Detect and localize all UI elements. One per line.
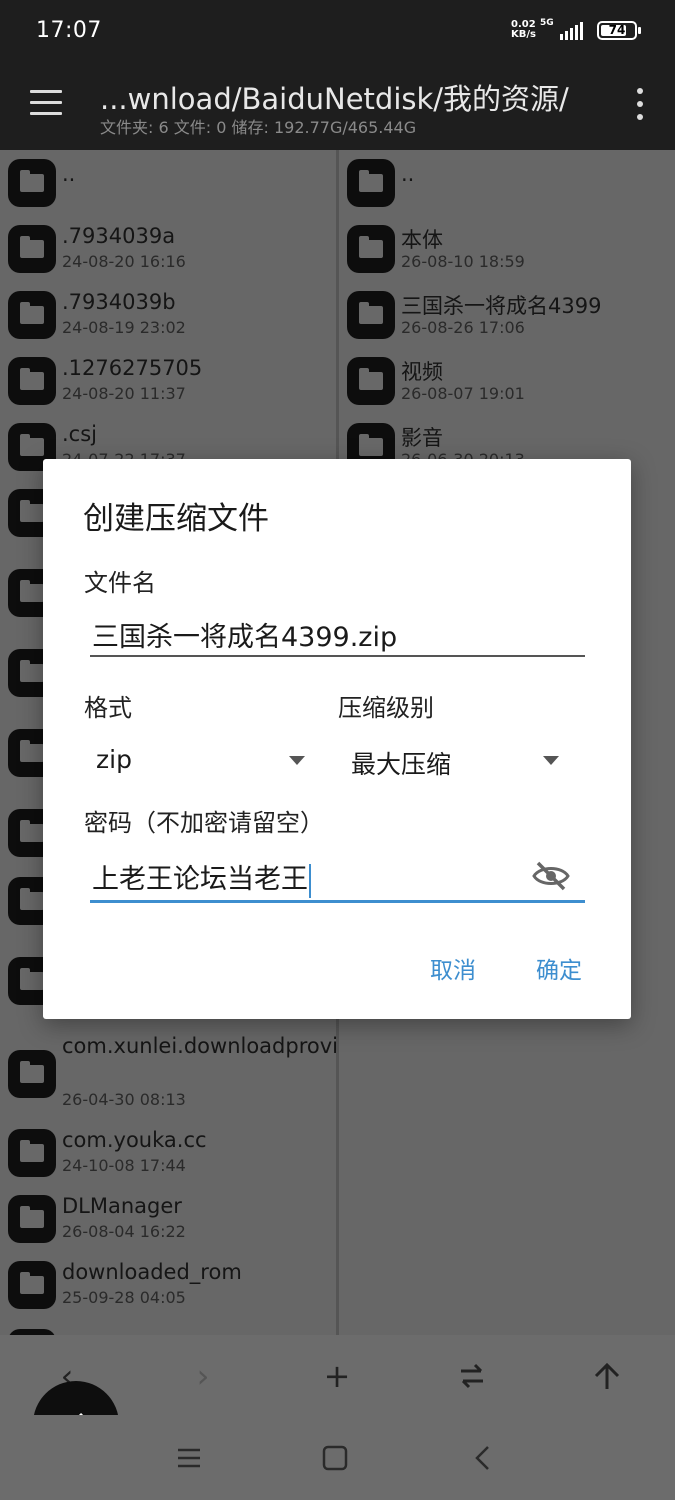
confirm-button[interactable]: 确定 — [536, 951, 582, 985]
item-date: 25-09-28 04:05 — [62, 1288, 186, 1307]
compression-level-value: 最大压缩 — [351, 750, 452, 779]
password-label: 密码（不加密请留空） — [84, 809, 324, 837]
folder-icon — [8, 357, 56, 405]
create-archive-dialog: 创建压缩文件 文件名 三国杀一将成名4399.zip 格式 压缩级别 zip 最… — [43, 459, 631, 1019]
item-name: .1276275705 — [62, 356, 203, 380]
back-icon[interactable] — [470, 1445, 496, 1471]
folder-icon — [8, 1261, 56, 1309]
folder-icon — [8, 291, 56, 339]
item-name: .7934039b — [62, 290, 176, 314]
item-name: DLManager — [62, 1194, 182, 1218]
recents-icon[interactable] — [176, 1445, 202, 1471]
cancel-button[interactable]: 取消 — [430, 951, 476, 985]
battery-icon: 74 — [597, 20, 641, 40]
filename-input[interactable]: 三国杀一将成名4399.zip — [92, 615, 397, 654]
format-label: 格式 — [84, 694, 132, 722]
system-nav-bar — [0, 1415, 675, 1500]
password-input[interactable]: 上老王论坛当老王 — [92, 857, 311, 898]
list-item[interactable]: .1276275705 24-08-20 11:37 — [0, 348, 336, 414]
app-bar: ...wnload/BaiduNetdisk/我的资源/ 文件夹: 6 文件: … — [0, 62, 675, 150]
text-caret — [309, 863, 311, 898]
folder-stats: 文件夹: 6 文件: 0 储存: 192.77G/465.44G — [100, 118, 417, 137]
item-date: 26-08-10 18:59 — [401, 252, 525, 271]
list-item[interactable] — [0, 1320, 336, 1335]
network-speed: 0.02 KB/s — [511, 20, 536, 40]
list-item[interactable]: downloaded_rom 25-09-28 04:05 — [0, 1252, 336, 1318]
status-icons: 0.02 KB/s 5G 74 — [511, 18, 641, 40]
format-value: zip — [96, 745, 132, 774]
add-icon[interactable]: + — [320, 1359, 354, 1393]
battery-level: 74 — [608, 22, 626, 37]
item-name: 视频 — [401, 360, 443, 384]
clock: 17:07 — [36, 18, 102, 43]
folder-icon — [347, 291, 395, 339]
more-options-icon[interactable] — [635, 88, 645, 122]
item-name: .. — [401, 162, 415, 186]
list-item[interactable]: com.youka.cc 24-10-08 17:44 — [0, 1120, 336, 1186]
folder-icon — [8, 1129, 56, 1177]
signal-icon: 5G — [540, 18, 583, 40]
forward-arrow-icon[interactable]: › — [186, 1359, 220, 1393]
dialog-title: 创建压缩文件 — [83, 501, 269, 537]
folder-icon — [347, 225, 395, 273]
status-bar: 17:07 0.02 KB/s 5G 74 — [0, 0, 675, 62]
item-name: com.youka.cc — [62, 1128, 207, 1152]
network-speed-unit: KB/s — [511, 29, 536, 40]
folder-icon — [8, 1195, 56, 1243]
filename-label: 文件名 — [84, 569, 156, 597]
visibility-off-icon[interactable] — [532, 860, 570, 892]
network-type: 5G — [540, 18, 554, 28]
item-name: com.xunlei.downloadprovider.pan.lite — [62, 1034, 336, 1058]
swap-icon[interactable] — [455, 1359, 489, 1393]
item-name: 三国杀一将成名4399 — [401, 294, 602, 318]
folder-icon — [347, 159, 395, 207]
home-icon[interactable] — [322, 1445, 348, 1471]
list-item[interactable]: DLManager 26-08-04 16:22 — [0, 1186, 336, 1252]
item-date: 24-08-20 11:37 — [62, 384, 186, 403]
folder-icon — [8, 159, 56, 207]
list-item[interactable]: 视频 26-08-07 19:01 — [339, 348, 675, 414]
item-date: 26-08-07 19:01 — [401, 384, 525, 403]
list-item[interactable]: .7934039a 24-08-20 16:16 — [0, 216, 336, 282]
filename-underline — [90, 655, 585, 657]
item-date: 26-08-04 16:22 — [62, 1222, 186, 1241]
item-name: 影音 — [401, 426, 443, 450]
list-item[interactable]: com.xunlei.downloadprovider.pan.lite 26-… — [0, 1032, 336, 1118]
list-item[interactable]: 本体 26-08-10 18:59 — [339, 216, 675, 282]
chevron-down-icon — [543, 756, 559, 765]
chevron-down-icon — [289, 756, 305, 765]
compression-level-label: 压缩级别 — [338, 694, 434, 722]
item-name: .7934039a — [62, 224, 176, 248]
list-item[interactable]: .. — [0, 150, 336, 216]
folder-icon — [8, 225, 56, 273]
password-text: 上老王论坛当老王 — [92, 864, 308, 895]
password-underline — [90, 900, 585, 903]
item-date: 24-08-20 16:16 — [62, 252, 186, 271]
list-item[interactable]: .. — [339, 150, 675, 216]
menu-icon[interactable] — [30, 90, 64, 116]
item-date: 26-08-26 17:06 — [401, 318, 525, 337]
current-path: ...wnload/BaiduNetdisk/我的资源/ — [100, 82, 569, 116]
list-item[interactable]: 三国杀一将成名4399 26-08-26 17:06 — [339, 282, 675, 348]
list-item[interactable]: .7934039b 24-08-19 23:02 — [0, 282, 336, 348]
item-date: 24-10-08 17:44 — [62, 1156, 186, 1175]
folder-icon — [347, 357, 395, 405]
folder-icon — [8, 1050, 56, 1098]
item-date: 24-08-19 23:02 — [62, 318, 186, 337]
up-arrow-icon[interactable] — [590, 1359, 624, 1393]
item-name: downloaded_rom — [62, 1260, 242, 1284]
item-date: 26-04-30 08:13 — [62, 1090, 186, 1109]
item-name: .. — [62, 162, 76, 186]
item-name: 本体 — [401, 228, 443, 252]
item-name: .csj — [62, 422, 97, 446]
